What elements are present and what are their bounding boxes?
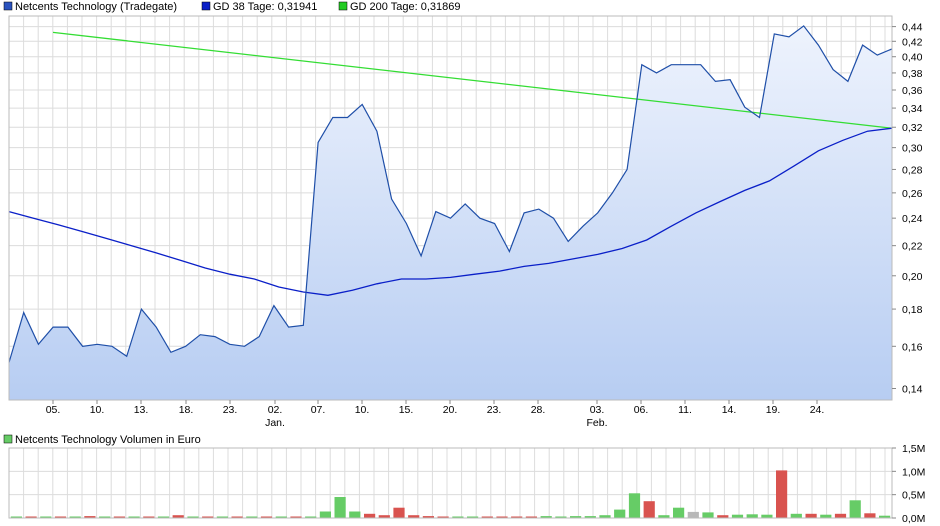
legend-label-gd200: GD 200 Tage: 0,31869 (350, 1, 461, 13)
volume-bar (849, 500, 861, 518)
price-x-tick-label: 11. (678, 404, 692, 416)
price-x-tick-label: 14. (722, 404, 737, 416)
price-x-tick-label: 06. (634, 404, 649, 416)
price-y-tick-label: 0,38 (902, 68, 923, 80)
price-x-tick-label: 03. (590, 404, 605, 416)
price-series (8, 25, 893, 401)
price-y-tick-label: 0,14 (902, 384, 923, 396)
price-x-axis: 05. 10. 13. 18. 23. 02. 07. 10. 15. 20. 23. 28. 03. 0… (46, 400, 825, 429)
volume-bar (673, 507, 685, 518)
volume-bar (805, 513, 817, 518)
price-x-tick-label: 07. (311, 404, 326, 416)
volume-y-tick-label: 1,5M (902, 443, 925, 455)
price-y-axis: 0,44 0,42 0,40 0,38 0,36 0,34 0,32 0,30 0,28 0,26… (892, 22, 923, 396)
volume-y-tick-label: 0,0M (902, 513, 925, 525)
price-month-label: Jan. (265, 417, 285, 429)
volume-bar (614, 509, 626, 518)
price-y-tick-label: 0,30 (902, 143, 923, 155)
volume-bar (643, 501, 655, 518)
price-x-tick-label: 18. (179, 404, 194, 416)
volume-bar (349, 511, 361, 518)
price-y-tick-label: 0,24 (902, 213, 923, 225)
price-chart: Netcents Technology (Tradegate) GD 38 Ta… (3, 1, 923, 429)
price-x-tick-label: 23. (487, 404, 502, 416)
price-y-tick-label: 0,40 (902, 52, 923, 64)
legend-item-gd38: GD 38 Tage: 0,31941 (201, 1, 317, 13)
volume-bar (702, 512, 714, 518)
price-x-tick-label: 02. (268, 404, 283, 416)
price-x-tick-label: 23. (223, 404, 238, 416)
price-y-tick-label: 0,26 (902, 188, 923, 200)
price-x-tick-label: 19. (766, 404, 781, 416)
legend-item-volume: Netcents Technology Volumen in Euro (3, 434, 201, 446)
price-y-tick-label: 0,42 (902, 36, 923, 48)
volume-chart: Netcents Technology Volumen in Euro 1,5M… (3, 434, 925, 525)
chart-root: Netcents Technology (Tradegate) GD 38 Ta… (3, 1, 925, 525)
volume-plot-frame (8, 447, 893, 519)
volume-bar (319, 511, 331, 518)
volume-bar (393, 507, 405, 518)
volume-bar (790, 513, 802, 518)
price-legend: Netcents Technology (Tradegate) GD 38 Ta… (3, 1, 461, 13)
price-y-tick-label: 0,44 (902, 22, 923, 34)
volume-y-axis: 1,5M 1,0M 0,5M 0,0M (892, 443, 925, 525)
volume-y-tick-label: 1,0M (902, 466, 925, 478)
price-x-tick-label: 05. (46, 404, 61, 416)
price-x-tick-label: 15. (399, 404, 414, 416)
legend-square-gd200 (338, 1, 348, 11)
price-y-tick-label: 0,32 (902, 122, 923, 134)
price-area (9, 25, 892, 401)
price-y-tick-label: 0,22 (902, 241, 923, 253)
legend-square-price (3, 1, 13, 11)
price-y-tick-label: 0,34 (902, 103, 923, 115)
price-x-tick-label: 10. (355, 404, 370, 416)
volume-bar (746, 514, 758, 518)
volume-bar (334, 497, 346, 518)
price-x-tick-label: 24. (810, 404, 825, 416)
price-y-tick-label: 0,20 (902, 271, 923, 283)
volume-bar (834, 513, 847, 518)
volume-bar (628, 493, 641, 518)
legend-label-volume: Netcents Technology Volumen in Euro (15, 434, 201, 446)
volume-bar (776, 470, 788, 518)
price-y-tick-label: 0,36 (902, 85, 923, 97)
price-x-tick-label: 20. (443, 404, 458, 416)
price-y-tick-label: 0,28 (902, 164, 923, 176)
price-month-label: Feb. (586, 417, 607, 429)
legend-item-price: Netcents Technology (Tradegate) (3, 1, 177, 13)
legend-label-price: Netcents Technology (Tradegate) (15, 1, 177, 13)
legend-label-gd38: GD 38 Tage: 0,31941 (213, 1, 317, 13)
legend-square-gd38 (201, 1, 211, 11)
price-x-tick-label: 28. (531, 404, 546, 416)
volume-bar (864, 513, 876, 518)
price-x-tick-label: 10. (90, 404, 105, 416)
volume-bar (687, 511, 699, 518)
volume-grid (8, 447, 892, 519)
volume-y-tick-label: 0,5M (902, 490, 925, 502)
legend-square-volume (3, 434, 13, 444)
price-y-tick-label: 0,18 (902, 304, 923, 316)
volume-bar (364, 513, 376, 518)
legend-item-gd200: GD 200 Tage: 0,31869 (338, 1, 461, 13)
price-x-tick-label: 13. (134, 404, 149, 416)
price-y-tick-label: 0,16 (902, 341, 923, 353)
